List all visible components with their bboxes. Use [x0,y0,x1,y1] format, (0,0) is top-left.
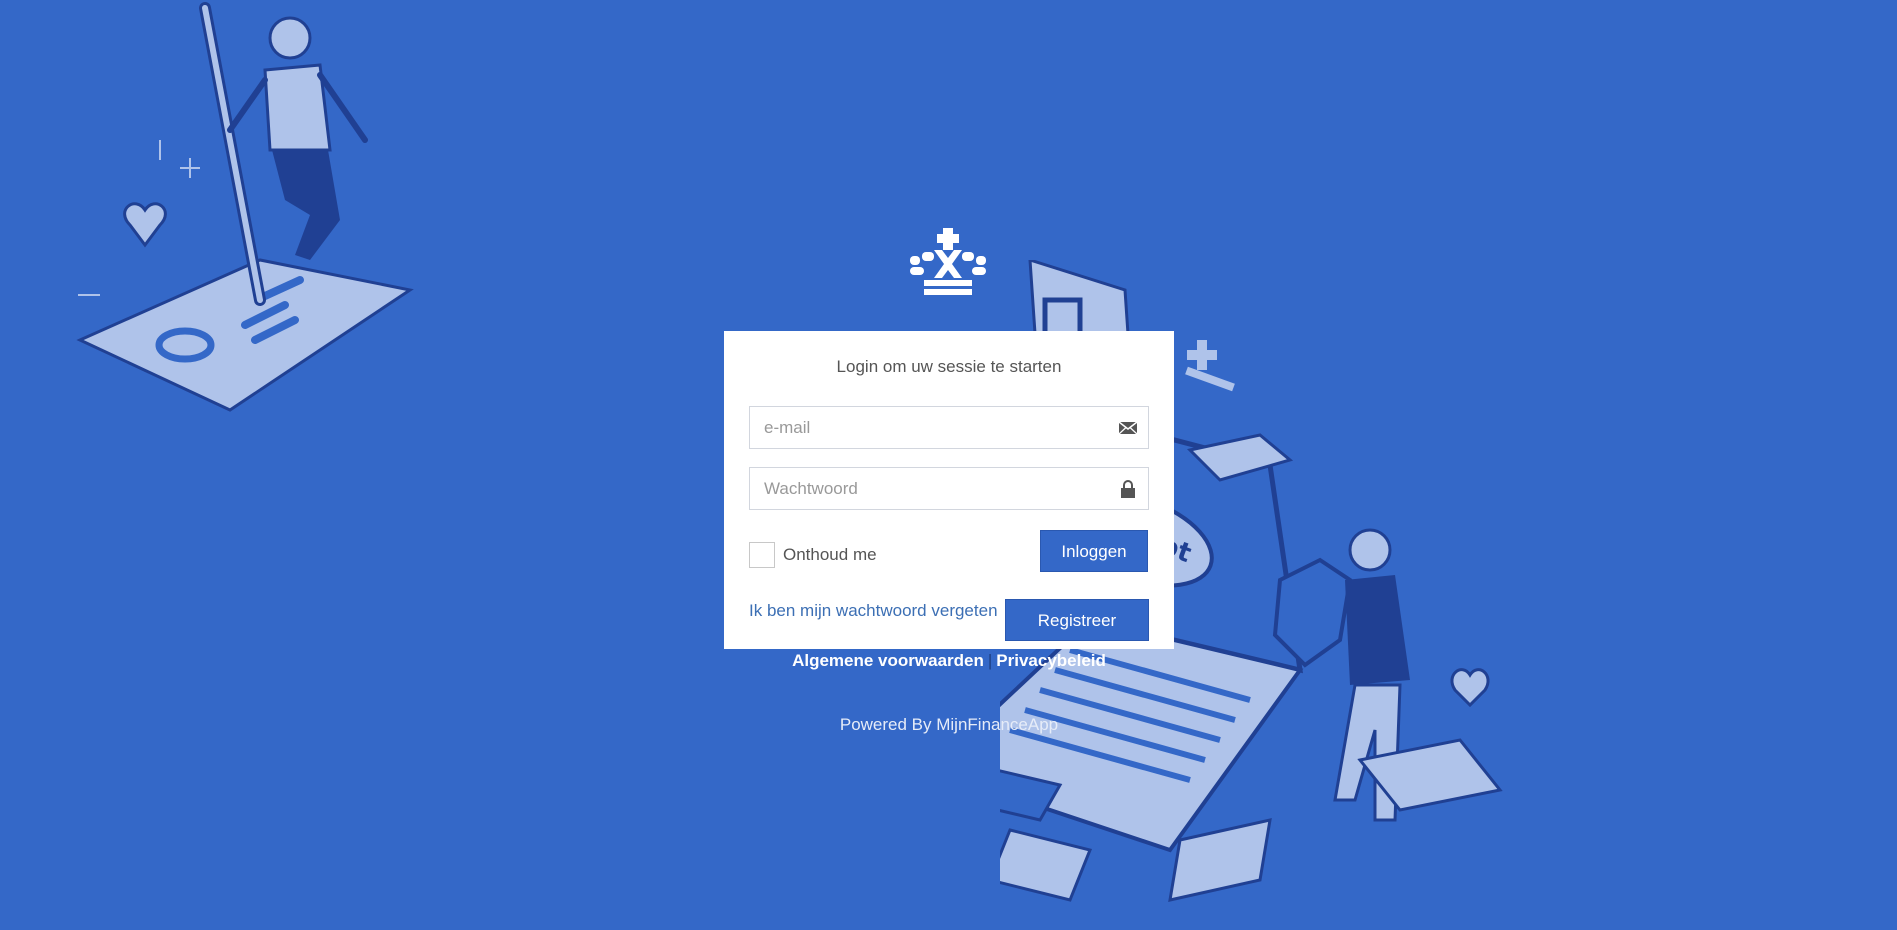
lock-icon [1121,480,1135,498]
login-button[interactable]: Inloggen [1040,530,1148,572]
person-with-pen-illustration [76,2,414,412]
login-card: Login om uw sessie te starten Onthoud me… [724,331,1174,649]
terms-link[interactable]: Algemene voorwaarden [792,651,984,670]
forgot-password-link[interactable]: Ik ben mijn wachtwoord vergeten [749,601,998,621]
password-input[interactable] [750,468,1104,509]
powered-by-text: Powered By MijnFinanceApp [839,715,1059,734]
legal-links: Algemene voorwaarden | Privacybeleid [724,651,1174,671]
remember-me-label[interactable]: Onthoud me [783,545,877,565]
legal-separator: | [987,651,993,670]
login-title: Login om uw sessie te starten [836,357,1062,376]
login-page: accept [0,0,1897,930]
password-field[interactable] [749,467,1149,510]
privacy-link[interactable]: Privacybeleid [996,651,1106,670]
email-input[interactable] [750,407,1104,448]
email-field[interactable] [749,406,1149,449]
remember-me-checkbox[interactable] [749,542,775,568]
app-logo [910,228,986,295]
register-button[interactable]: Registreer [1005,599,1149,641]
remember-me[interactable]: Onthoud me [749,540,877,570]
envelope-icon [1118,421,1138,435]
